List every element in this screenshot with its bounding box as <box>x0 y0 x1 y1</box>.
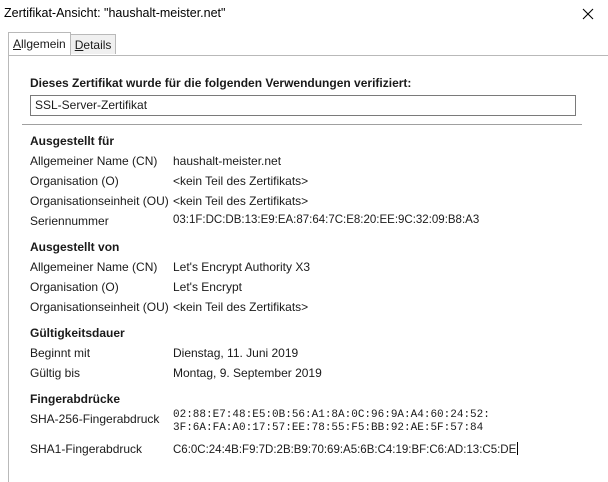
issued-by-ou-value[interactable]: <kein Teil des Zertifikats> <box>173 300 308 314</box>
divider <box>22 124 582 125</box>
issued-by-o-value[interactable]: Let's Encrypt <box>173 280 242 294</box>
issued-to-cn-label: Allgemeiner Name (CN) <box>30 154 158 168</box>
valid-until-value[interactable]: Montag, 9. September 2019 <box>173 366 322 380</box>
issued-by-cn-label: Allgemeiner Name (CN) <box>30 260 158 274</box>
tab-allgemein[interactable]: Allgemein <box>8 32 71 55</box>
title-bar: Zertifikat-Ansicht: "haushalt-meister.ne… <box>0 0 608 28</box>
fingerprints-heading: Fingerabdrücke <box>30 392 121 406</box>
issued-by-heading: Ausgestellt von <box>30 240 120 254</box>
close-button[interactable] <box>574 2 602 26</box>
issued-to-o-label: Organisation (O) <box>30 174 119 188</box>
issued-to-ou-label: Organisationseinheit (OU) <box>30 194 169 208</box>
window-title: Zertifikat-Ansicht: "haushalt-meister.ne… <box>4 6 226 20</box>
usage-item: SSL-Server-Zertifikat <box>35 98 148 112</box>
sha256-label: SHA-256-Fingerabdruck <box>30 412 160 426</box>
valid-from-value[interactable]: Dienstag, 11. Juni 2019 <box>173 346 298 360</box>
sha1-value: C6:0C:24:4B:F9:7D:2B:B9:70:69:A5:6B:C4:1… <box>173 444 517 456</box>
sha256-value-line2[interactable]: 3F:6A:FA:A0:17:57:EE:78:55:F5:BB:92:AE:5… <box>173 422 483 435</box>
issued-by-o-label: Organisation (O) <box>30 280 119 294</box>
certificate-viewer-dialog: Zertifikat-Ansicht: "haushalt-meister.ne… <box>0 0 608 482</box>
tab-strip: Allgemein Details <box>8 32 117 56</box>
valid-until-label: Gültig bis <box>30 366 81 380</box>
tab-details[interactable]: Details <box>69 34 117 54</box>
tab-allgemein-label: llgemein <box>21 37 66 51</box>
valid-from-label: Beginnt mit <box>30 346 91 360</box>
sha1-label: SHA1-Fingerabdruck <box>30 442 143 456</box>
close-icon <box>582 8 594 20</box>
text-caret <box>517 442 519 455</box>
usage-list[interactable]: SSL-Server-Zertifikat <box>30 95 576 116</box>
issued-to-o-value[interactable]: <kein Teil des Zertifikats> <box>173 174 308 188</box>
sha256-value-line1[interactable]: 02:88:E7:48:E5:0B:56:A1:8A:0C:96:9A:A4:6… <box>173 409 490 422</box>
serial-number-value[interactable]: 03:1F:DC:DB:13:E9:EA:87:64:7C:E8:20:EE:9… <box>173 214 479 226</box>
issued-to-ou-value[interactable]: <kein Teil des Zertifikats> <box>173 194 308 208</box>
issued-to-cn-value[interactable]: haushalt-meister.net <box>173 154 281 168</box>
issued-to-heading: Ausgestellt für <box>30 134 115 148</box>
tab-allgemein-accel: A <box>13 37 22 51</box>
sha1-value-field[interactable]: C6:0C:24:4B:F9:7D:2B:B9:70:69:A5:6B:C4:1… <box>173 442 519 456</box>
serial-number-label: Seriennummer <box>30 214 109 228</box>
issued-by-cn-value[interactable]: Let's Encrypt Authority X3 <box>173 260 310 274</box>
issued-by-ou-label: Organisationseinheit (OU) <box>30 300 169 314</box>
validity-heading: Gültigkeitsdauer <box>30 326 125 340</box>
tab-details-label: etails <box>83 38 112 52</box>
usage-heading: Dieses Zertifikat wurde für die folgende… <box>30 76 412 90</box>
